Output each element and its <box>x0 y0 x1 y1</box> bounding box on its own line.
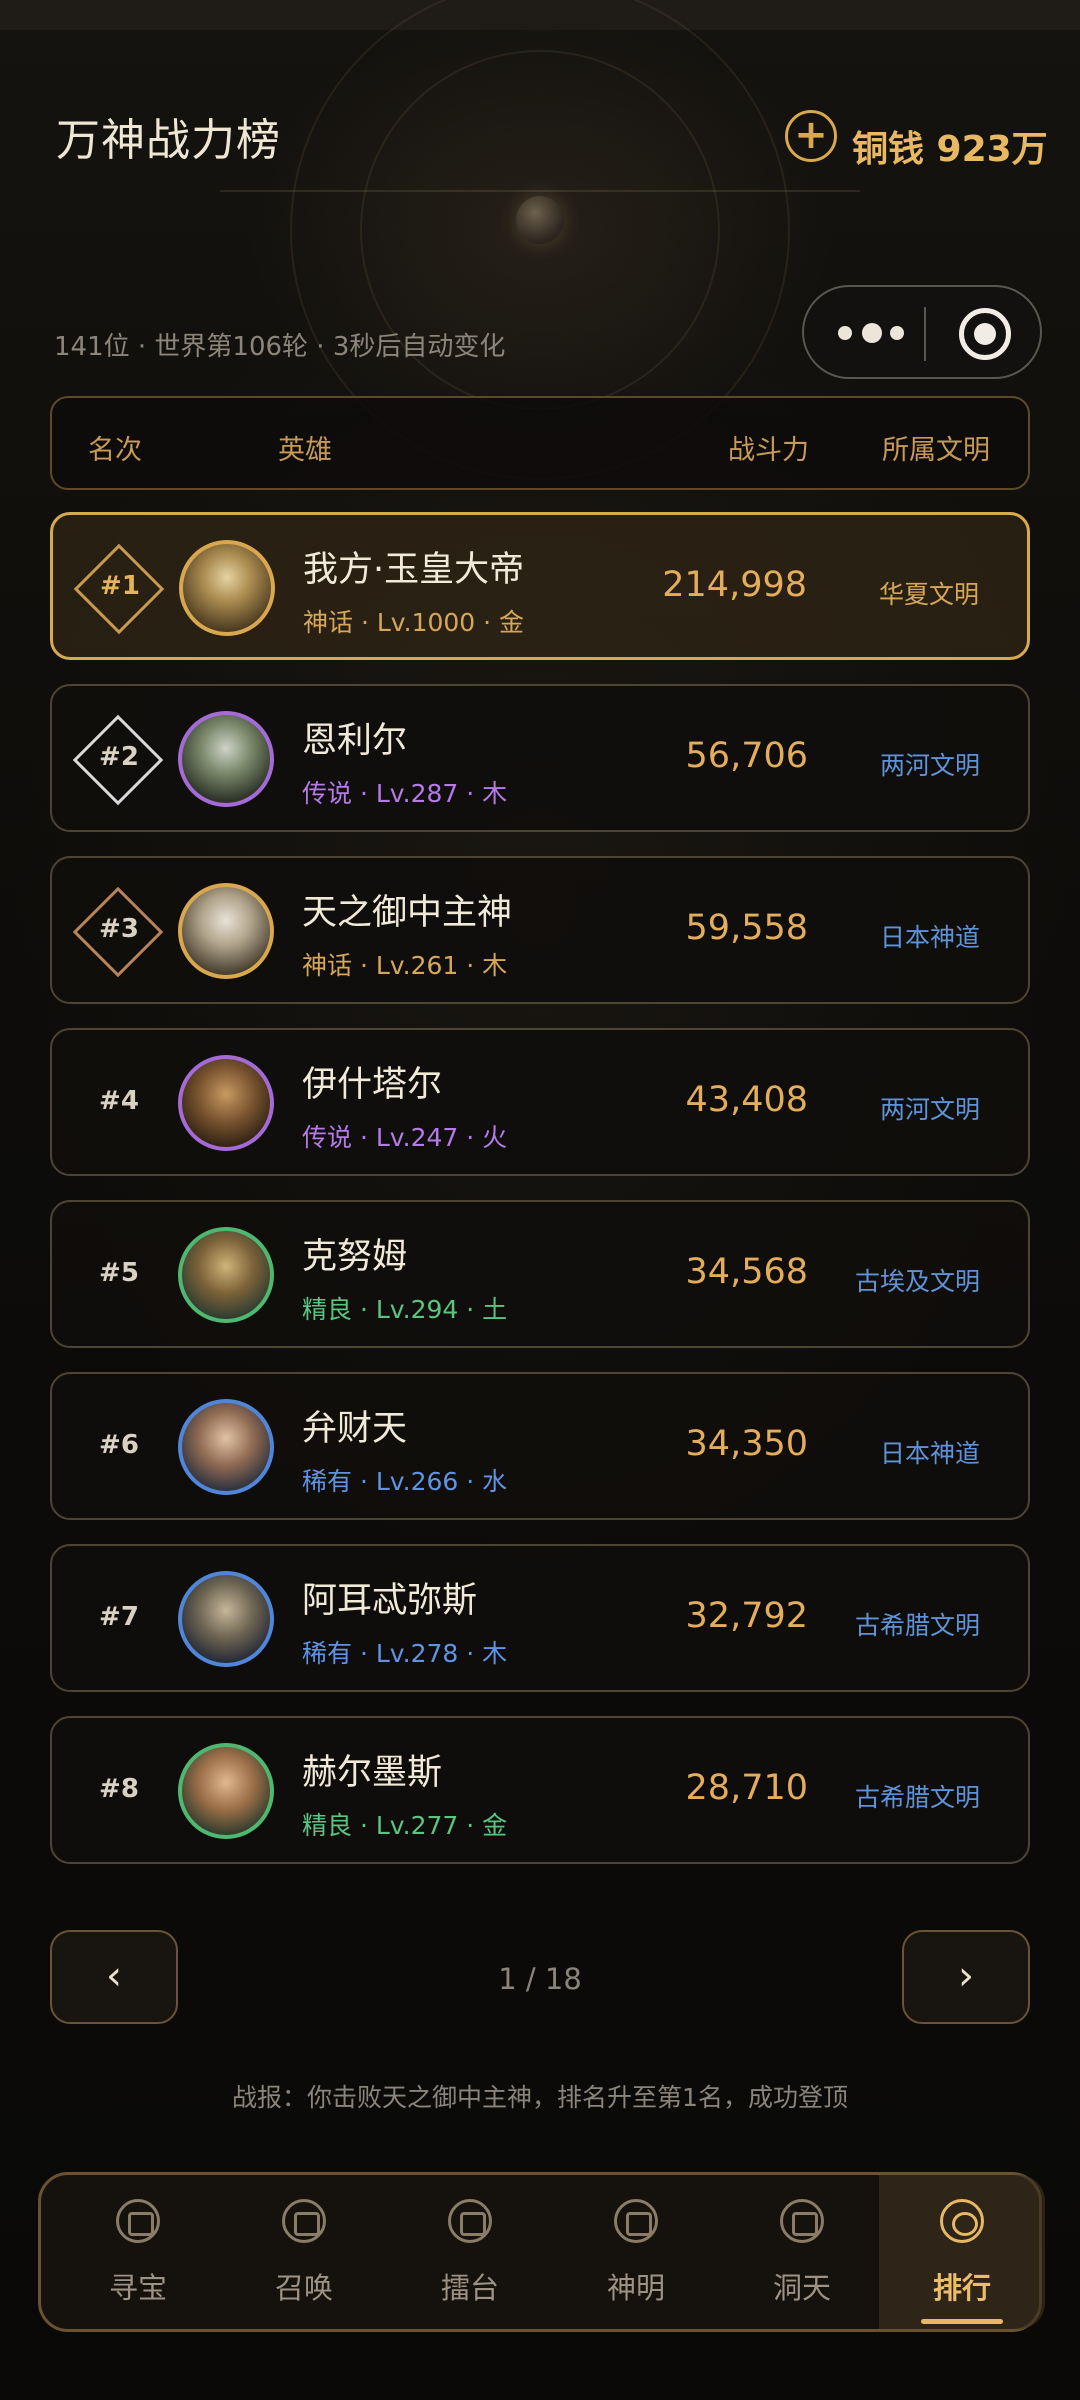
ranking-subinfo: 141位 · 世界第106轮 · 3秒后自动变化 <box>54 332 506 362</box>
rank-number: #8 <box>99 1774 139 1804</box>
civ-label: 华夏文明 <box>878 580 979 609</box>
hero-meta: 神话 · Lv.1000 · 金 <box>303 608 525 637</box>
tab-arena[interactable]: 擂台 <box>387 2175 553 2329</box>
rank-number: #5 <box>99 1258 139 1288</box>
civ-label: 日本神道 <box>879 1439 980 1468</box>
hero-name: 赫尔墨斯 <box>302 1753 443 1793</box>
avatar <box>178 711 274 807</box>
power-value: 34,350 <box>685 1424 808 1464</box>
decorative-orb <box>516 196 564 244</box>
hero-name: 克努姆 <box>302 1237 408 1277</box>
tab-ranking[interactable]: 排行 <box>879 2175 1045 2329</box>
power-value: 43,408 <box>685 1080 808 1120</box>
mini-program-capsule <box>802 285 1042 379</box>
power-value: 214,998 <box>662 565 807 605</box>
tab-label: 召唤 <box>274 2271 333 2305</box>
hero-name: 我方·玉皇大帝 <box>303 550 525 590</box>
gods-icon <box>614 2199 658 2243</box>
tab-treasure[interactable]: 寻宝 <box>55 2175 221 2329</box>
table-row[interactable]: #7 阿耳忒弥斯 稀有 · Lv.278 · 木 32,792 古希腊文明 <box>50 1544 1030 1692</box>
add-coin-button[interactable]: + <box>785 110 837 162</box>
coin-balance: 铜钱 923万 <box>852 129 1048 170</box>
avatar <box>178 1055 274 1151</box>
avatar <box>179 540 275 636</box>
hero-meta: 传说 · Lv.287 · 木 <box>302 779 508 808</box>
table-row[interactable]: #5 克努姆 精良 · Lv.294 · 土 34,568 古埃及文明 <box>50 1200 1030 1348</box>
table-row[interactable]: #2 恩利尔 传说 · Lv.287 · 木 56,706 两河文明 <box>50 684 1030 832</box>
avatar <box>178 1399 274 1495</box>
table-row[interactable]: #1 我方·玉皇大帝 神话 · Lv.1000 · 金 214,998 华夏文明 <box>50 512 1030 660</box>
avatar <box>178 1571 274 1667</box>
tab-gods[interactable]: 神明 <box>553 2175 719 2329</box>
tab-label: 神明 <box>606 2271 665 2305</box>
hero-name: 恩利尔 <box>302 721 408 761</box>
hero-meta: 精良 · Lv.294 · 土 <box>302 1295 508 1324</box>
header-rank: 名次 <box>88 435 142 466</box>
more-menu-icon[interactable] <box>834 313 914 353</box>
ranking-icon <box>940 2199 984 2243</box>
civ-label: 古希腊文明 <box>854 1783 980 1812</box>
table-row[interactable]: #6 弁财天 稀有 · Lv.266 · 水 34,350 日本神道 <box>50 1372 1030 1520</box>
power-value: 28,710 <box>685 1768 808 1808</box>
hero-name: 天之御中主神 <box>302 893 513 933</box>
hero-meta: 神话 · Lv.261 · 木 <box>302 951 508 980</box>
civ-label: 日本神道 <box>879 923 980 952</box>
decorative-line <box>220 190 860 192</box>
rank-number: #2 <box>99 742 139 772</box>
hero-name: 弁财天 <box>302 1409 408 1449</box>
header-civ: 所属文明 <box>882 435 990 466</box>
rank-number: #7 <box>99 1602 139 1632</box>
civ-label: 两河文明 <box>879 1095 980 1124</box>
header-hero: 英雄 <box>278 435 332 466</box>
close-target-icon[interactable] <box>959 308 1011 360</box>
table-row[interactable]: #4 伊什塔尔 传说 · Lv.247 · 火 43,408 两河文明 <box>50 1028 1030 1176</box>
power-value: 34,568 <box>685 1252 808 1292</box>
battle-report: 战报：你击败天之御中主神，排名升至第1名，成功登顶 <box>232 2083 848 2112</box>
hero-meta: 传说 · Lv.247 · 火 <box>302 1123 508 1152</box>
summon-icon <box>282 2199 326 2243</box>
table-row[interactable]: #8 赫尔墨斯 精良 · Lv.277 · 金 28,710 古希腊文明 <box>50 1716 1030 1864</box>
tab-label: 洞天 <box>772 2271 831 2305</box>
civ-label: 古埃及文明 <box>854 1267 980 1296</box>
hero-name: 阿耳忒弥斯 <box>302 1581 478 1621</box>
tab-summon[interactable]: 召唤 <box>221 2175 387 2329</box>
tab-label: 擂台 <box>440 2271 499 2305</box>
rank-number: #3 <box>99 914 139 944</box>
rank-number: #6 <box>99 1430 139 1460</box>
capsule-divider <box>924 307 926 361</box>
civ-label: 两河文明 <box>879 751 980 780</box>
avatar <box>178 1743 274 1839</box>
power-value: 56,706 <box>685 736 808 776</box>
treasure-icon <box>116 2199 160 2243</box>
next-page-button[interactable]: › <box>902 1930 1030 2024</box>
rank-number: #4 <box>99 1086 139 1116</box>
hero-meta: 稀有 · Lv.266 · 水 <box>302 1467 508 1496</box>
table-header: 名次 英雄 战斗力 所属文明 <box>50 396 1030 490</box>
active-tab-indicator <box>921 2319 1003 2324</box>
hero-meta: 稀有 · Lv.278 · 木 <box>302 1639 508 1668</box>
hero-name: 伊什塔尔 <box>302 1065 443 1105</box>
power-value: 32,792 <box>685 1596 808 1636</box>
tab-cave[interactable]: 洞天 <box>719 2175 885 2329</box>
cave-icon <box>780 2199 824 2243</box>
hero-meta: 精良 · Lv.277 · 金 <box>302 1811 508 1840</box>
avatar <box>178 883 274 979</box>
power-value: 59,558 <box>685 908 808 948</box>
table-row[interactable]: #3 天之御中主神 神话 · Lv.261 · 木 59,558 日本神道 <box>50 856 1030 1004</box>
arena-icon <box>448 2199 492 2243</box>
bottom-tab-bar: 寻宝 召唤 擂台 神明 洞天 排行 <box>38 2172 1045 2332</box>
page-title: 万神战力榜 <box>56 115 281 166</box>
tab-label: 排行 <box>932 2271 991 2305</box>
tab-label: 寻宝 <box>108 2271 167 2305</box>
rank-number: #1 <box>100 571 140 601</box>
civ-label: 古希腊文明 <box>854 1611 980 1640</box>
avatar <box>178 1227 274 1323</box>
header-power: 战斗力 <box>728 435 809 466</box>
